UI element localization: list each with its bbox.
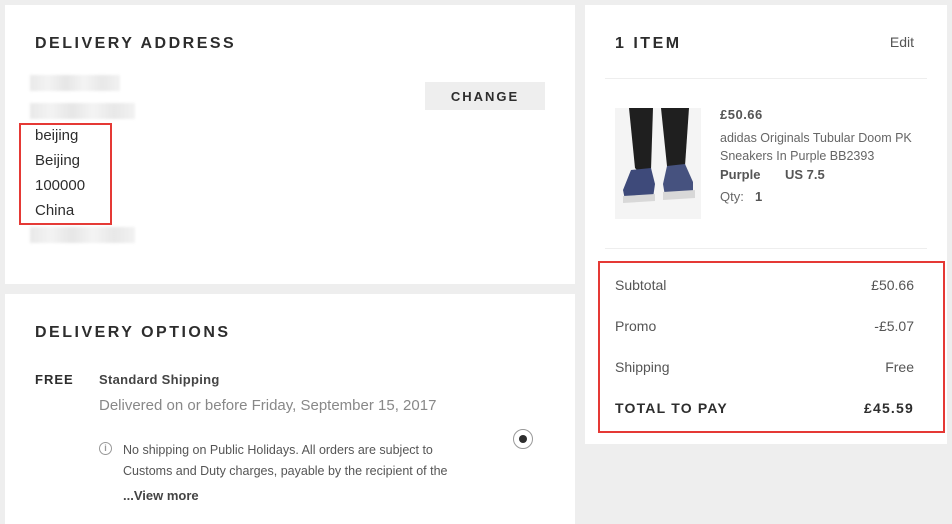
item-name[interactable]: adidas Originals Tubular Doom PK Sneaker… bbox=[720, 129, 920, 165]
view-more-link[interactable]: ...View more bbox=[123, 488, 199, 503]
shipping-option-radio[interactable] bbox=[513, 429, 533, 449]
order-summary-panel: 1 ITEM Edit £50.66 adidas Originals Tubu… bbox=[585, 5, 947, 444]
info-icon: i bbox=[99, 442, 112, 455]
shipping-note: No shipping on Public Holidays. All orde… bbox=[123, 443, 448, 478]
shipping-method-name: Standard Shipping bbox=[99, 372, 220, 387]
delivery-options-panel: DELIVERY OPTIONS FREE Standard Shipping … bbox=[5, 294, 575, 524]
change-address-button[interactable]: CHANGE bbox=[425, 82, 545, 110]
item-size: US 7.5 bbox=[785, 167, 825, 182]
delivery-eta: Delivered on or before Friday, September… bbox=[99, 397, 437, 414]
delivery-address-heading: DELIVERY ADDRESS bbox=[35, 35, 237, 52]
divider bbox=[605, 248, 927, 249]
shipping-price-tag: FREE bbox=[35, 372, 74, 387]
highlight-box-summary bbox=[598, 261, 945, 433]
item-qty: 1 bbox=[755, 189, 763, 204]
redacted-name bbox=[30, 75, 120, 91]
divider bbox=[605, 78, 927, 79]
item-price: £50.66 bbox=[720, 107, 763, 122]
delivery-address-panel: DELIVERY ADDRESS CHANGE beijing Beijing … bbox=[5, 5, 575, 284]
highlight-box-address bbox=[19, 123, 112, 225]
delivery-options-heading: DELIVERY OPTIONS bbox=[35, 324, 231, 341]
item-color: Purple bbox=[720, 167, 761, 182]
product-image[interactable] bbox=[615, 108, 701, 219]
redacted-street bbox=[30, 103, 135, 119]
item-qty-label: Qty: bbox=[720, 189, 744, 204]
item-count-heading: 1 ITEM bbox=[615, 35, 682, 52]
edit-bag-link[interactable]: Edit bbox=[890, 34, 914, 50]
redacted-phone bbox=[30, 227, 135, 243]
